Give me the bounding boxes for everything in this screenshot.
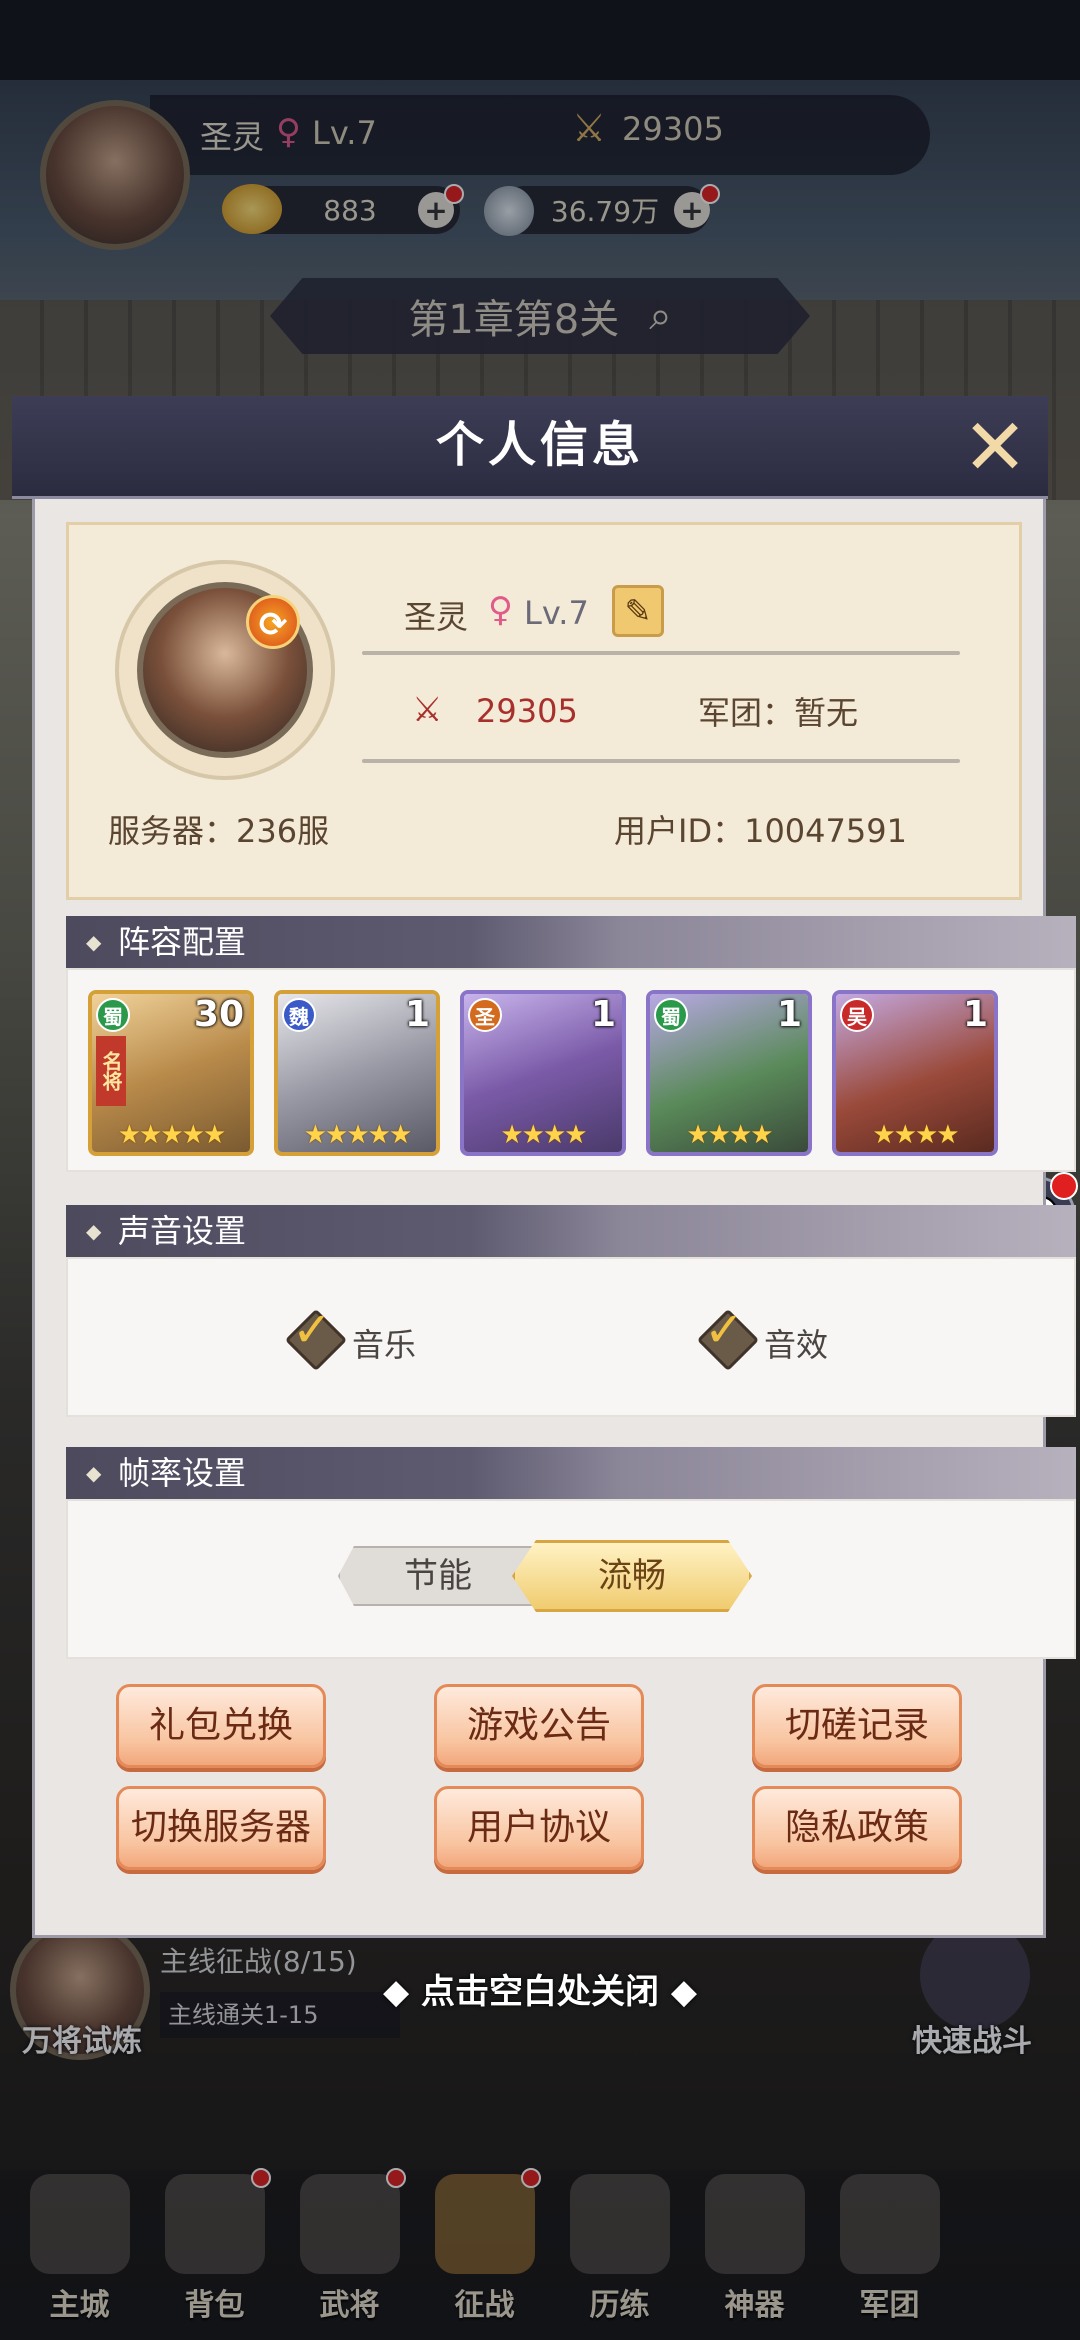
fps-section-header: 帧率设置 bbox=[66, 1447, 1076, 1499]
effects-label: 音效 bbox=[764, 1326, 829, 1364]
sound-panel bbox=[66, 1257, 1076, 1417]
profile-server: 服务器：236服 bbox=[108, 812, 330, 850]
faction-badge: 圣 bbox=[468, 998, 502, 1032]
user-agreement-button[interactable]: 用户协议 bbox=[434, 1786, 644, 1870]
game-notice-button[interactable]: 游戏公告 bbox=[434, 1684, 644, 1768]
privacy-policy-button[interactable]: 隐私政策 bbox=[752, 1786, 962, 1870]
hero-level: 30 bbox=[193, 994, 244, 1035]
profile-power: 29305 bbox=[476, 692, 578, 730]
modal-title: 个人信息 bbox=[435, 417, 644, 473]
switch-server-button[interactable]: 切换服务器 bbox=[116, 1786, 326, 1870]
change-avatar-icon[interactable]: ⟳ bbox=[246, 595, 300, 649]
hero-slot[interactable]: 蜀 名将 30 ★★★★★ bbox=[88, 990, 254, 1156]
sound-title: 声音设置 bbox=[118, 1212, 247, 1250]
fps-smooth-option[interactable]: 流畅 bbox=[512, 1540, 752, 1612]
lineup-title: 阵容配置 bbox=[118, 923, 247, 961]
hero-stars: ★★★★ bbox=[872, 1120, 959, 1150]
profile-name: 圣灵 bbox=[404, 598, 469, 636]
lineup-section-header: 阵容配置 bbox=[66, 916, 1076, 968]
famous-general-tag: 名将 bbox=[96, 1036, 126, 1106]
hero-level: 1 bbox=[404, 994, 430, 1035]
gift-code-button[interactable]: 礼包兑换 bbox=[116, 1684, 326, 1768]
close-hint: ◆ 点击空白处关闭 ◆ bbox=[383, 1972, 697, 2012]
close-button[interactable]: ✕ bbox=[955, 408, 1035, 488]
fps-title: 帧率设置 bbox=[118, 1454, 247, 1492]
divider bbox=[362, 759, 960, 763]
faction-badge: 魏 bbox=[282, 998, 316, 1032]
profile-user-id: 用户ID：10047591 bbox=[614, 812, 907, 850]
hero-stars: ★★★★★ bbox=[303, 1120, 413, 1150]
battle-record-button[interactable]: 切磋记录 bbox=[752, 1684, 962, 1768]
hero-slot[interactable]: 圣 1 ★★★★ bbox=[460, 990, 626, 1156]
hero-stars: ★★★★ bbox=[686, 1120, 773, 1150]
hero-level: 1 bbox=[962, 994, 988, 1035]
fps-power-save-option[interactable]: 节能 bbox=[338, 1546, 538, 1606]
faction-badge: 吴 bbox=[840, 998, 874, 1032]
diamond-icon: ◆ bbox=[659, 1972, 697, 2012]
divider bbox=[362, 651, 960, 655]
edit-name-icon[interactable]: ✎ bbox=[612, 585, 664, 637]
faction-badge: 蜀 bbox=[654, 998, 688, 1032]
faction-badge: 蜀 bbox=[96, 998, 130, 1032]
crossed-swords-icon: ⚔ bbox=[412, 690, 443, 730]
hero-level: 1 bbox=[776, 994, 802, 1035]
hero-level: 1 bbox=[590, 994, 616, 1035]
profile-legion: 军团：暂无 bbox=[698, 694, 859, 732]
check-icon: ✓ bbox=[704, 1302, 745, 1358]
music-label: 音乐 bbox=[352, 1326, 417, 1364]
sound-section-header: 声音设置 bbox=[66, 1205, 1076, 1257]
check-icon: ✓ bbox=[292, 1302, 333, 1358]
hero-stars: ★★★★★ bbox=[117, 1120, 227, 1150]
female-icon: ♀ bbox=[488, 590, 513, 630]
hero-stars: ★★★★ bbox=[500, 1120, 587, 1150]
notification-dot bbox=[1050, 1172, 1078, 1200]
diamond-icon: ◆ bbox=[383, 1972, 421, 2012]
hero-slot[interactable]: 吴 1 ★★★★ bbox=[832, 990, 998, 1156]
profile-level: Lv.7 bbox=[524, 594, 589, 632]
hero-slot[interactable]: 魏 1 ★★★★★ bbox=[274, 990, 440, 1156]
hero-slot[interactable]: 蜀 1 ★★★★ bbox=[646, 990, 812, 1156]
